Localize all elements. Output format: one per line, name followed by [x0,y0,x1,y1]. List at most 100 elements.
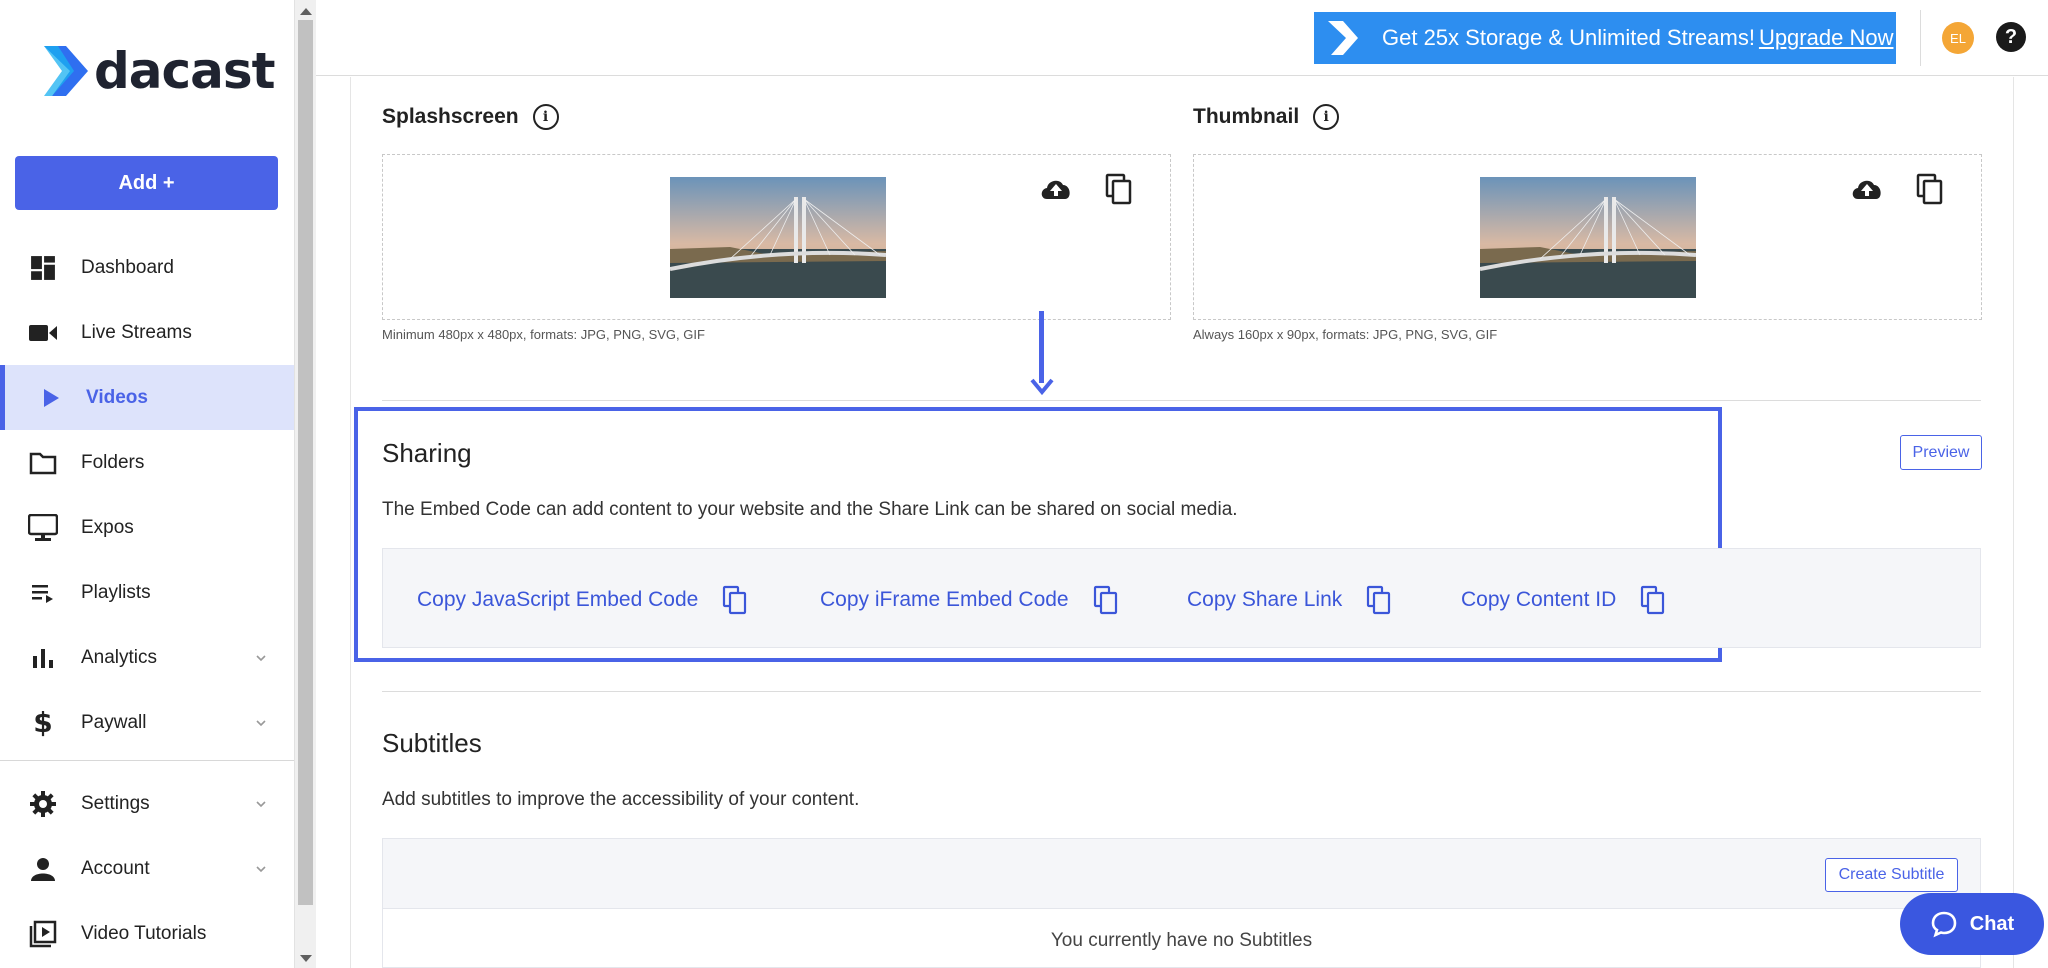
splashscreen-hint: Minimum 480px x 480px, formats: JPG, PNG… [382,327,705,342]
copy-iframe-embed-code-button[interactable]: Copy iFrame Embed Code [820,585,1121,615]
sidebar-item-folders[interactable]: Folders [0,430,294,495]
copy-share-link-button[interactable]: Copy Share Link [1187,585,1394,615]
thumbnail-hint: Always 160px x 90px, formats: JPG, PNG, … [1193,327,1498,342]
sidebar-nav: Dashboard Live Streams Videos Folders Ex… [0,235,294,966]
sidebar-item-label: Paywall [81,711,147,733]
copy-icon [723,585,747,615]
gear-icon [28,789,58,819]
chevron-down-icon [256,800,266,807]
chat-bubble-icon [1931,911,1957,938]
copy-link-label: Copy JavaScript Embed Code [417,588,699,611]
copy-icon [1093,585,1117,615]
avatar[interactable]: EL [1942,22,1974,54]
subtitles-title: Subtitles [382,728,482,758]
copy-javascript-embed-code-button[interactable]: Copy JavaScript Embed Code [417,585,750,615]
sidebar-item-playlists[interactable]: Playlists [0,560,294,625]
top-bar: Get 25x Storage & Unlimited Streams! Upg… [316,0,2048,76]
copy-link-label: Copy iFrame Embed Code [820,588,1069,611]
video-library-icon [28,919,58,949]
copy-icon[interactable] [1912,171,1948,207]
sidebar-item-account[interactable]: Account [0,836,294,901]
add-button[interactable]: Add + [15,156,278,210]
sharing-description: The Embed Code can add content to your w… [382,499,1238,520]
sidebar-item-label: Account [81,857,150,879]
sharing-title: Sharing [382,438,472,468]
upload-cloud-icon[interactable] [1038,171,1074,207]
sidebar-item-label: Analytics [81,646,158,668]
share-panel: Copy JavaScript Embed Code Copy iFrame E… [382,548,1981,648]
sidebar-item-label: Dashboard [81,256,174,278]
arrow-down-icon [1030,378,1054,396]
dacast-arrow-icon [1328,21,1358,55]
dollar-icon: $ [33,706,53,739]
copy-icon [1367,585,1391,615]
sidebar-item-video-tutorials[interactable]: Video Tutorials [0,901,294,966]
folder-icon [28,448,58,478]
dacast-logo[interactable]: dacast [44,42,276,100]
chat-button[interactable]: Chat [1900,893,2044,955]
subtitles-panel: Create Subtitle You currently have no Su… [382,838,1981,968]
subtitles-description: Add subtitles to improve the accessibili… [382,789,860,810]
copy-link-label: Copy Share Link [1187,588,1343,611]
subtitles-panel-header: Create Subtitle [383,839,1980,909]
splashscreen-image [670,177,886,298]
promo-text: Get 25x Storage & Unlimited Streams! [1382,25,1755,50]
dashboard-icon [28,253,58,283]
sidebar-item-label: Live Streams [81,321,192,343]
sidebar-item-live-streams[interactable]: Live Streams [0,300,294,365]
thumbnail-title-text: Thumbnail [1193,105,1300,128]
chat-label: Chat [1969,912,2015,935]
monitor-icon [28,513,58,543]
sidebar-scrollbar[interactable] [294,0,316,968]
chevron-down-icon [256,719,266,726]
scrollbar-thumb[interactable] [298,20,313,905]
sidebar-item-label: Video Tutorials [81,922,207,944]
bar-chart-icon [28,643,58,673]
play-icon [36,383,66,413]
copy-icon [1641,585,1665,615]
upload-cloud-icon[interactable] [1849,171,1885,207]
brand-name: dacast [94,42,276,100]
dacast-logo-mark-icon [44,46,88,96]
section-divider [382,400,1981,401]
create-subtitle-button[interactable]: Create Subtitle [1825,858,1958,892]
playlist-icon [28,578,58,608]
chevron-down-icon [256,654,266,661]
copy-icon[interactable] [1101,171,1137,207]
thumbnail-dropzone[interactable] [1193,154,1982,320]
sidebar-item-paywall[interactable]: $ Paywall [0,690,294,755]
section-divider [382,691,1981,692]
sidebar-item-analytics[interactable]: Analytics [0,625,294,690]
help-icon[interactable]: ? [1996,22,2026,52]
sidebar-item-expos[interactable]: Expos [0,495,294,560]
no-subtitles-message: You currently have no Subtitles [1050,930,1313,951]
sidebar-item-label: Settings [81,792,150,814]
sidebar-item-label: Expos [81,516,134,538]
scroll-up-arrow-icon[interactable] [300,8,312,15]
upgrade-banner[interactable]: Get 25x Storage & Unlimited Streams! Upg… [1314,12,1896,64]
splashscreen-title: Splashscreen i [382,104,559,130]
app-root: dacast Add + Dashboard Live Streams Vide… [0,0,2048,968]
person-icon [28,854,58,884]
preview-button[interactable]: Preview [1900,435,1982,470]
scroll-down-arrow-icon[interactable] [300,955,312,962]
sidebar-divider [0,760,294,761]
thumbnail-title: Thumbnail i [1193,104,1340,130]
splashscreen-title-text: Splashscreen [382,105,519,128]
sidebar-item-label: Videos [86,386,148,408]
info-icon[interactable]: i [1313,104,1340,130]
chevron-down-icon [256,865,266,872]
topbar-divider [1920,10,1921,66]
sidebar-item-dashboard[interactable]: Dashboard [0,235,294,300]
thumbnail-image [1480,177,1696,298]
sidebar-item-label: Folders [81,451,145,473]
copy-content-id-button[interactable]: Copy Content ID [1461,585,1668,615]
copy-link-label: Copy Content ID [1461,588,1617,611]
video-camera-icon [28,318,58,348]
sidebar: dacast Add + Dashboard Live Streams Vide… [0,0,294,968]
sidebar-item-settings[interactable]: Settings [0,771,294,836]
info-icon[interactable]: i [532,104,559,130]
upgrade-now-link[interactable]: Upgrade Now [1759,25,1894,51]
splashscreen-dropzone[interactable] [382,154,1171,320]
sidebar-item-videos[interactable]: Videos [0,365,294,430]
